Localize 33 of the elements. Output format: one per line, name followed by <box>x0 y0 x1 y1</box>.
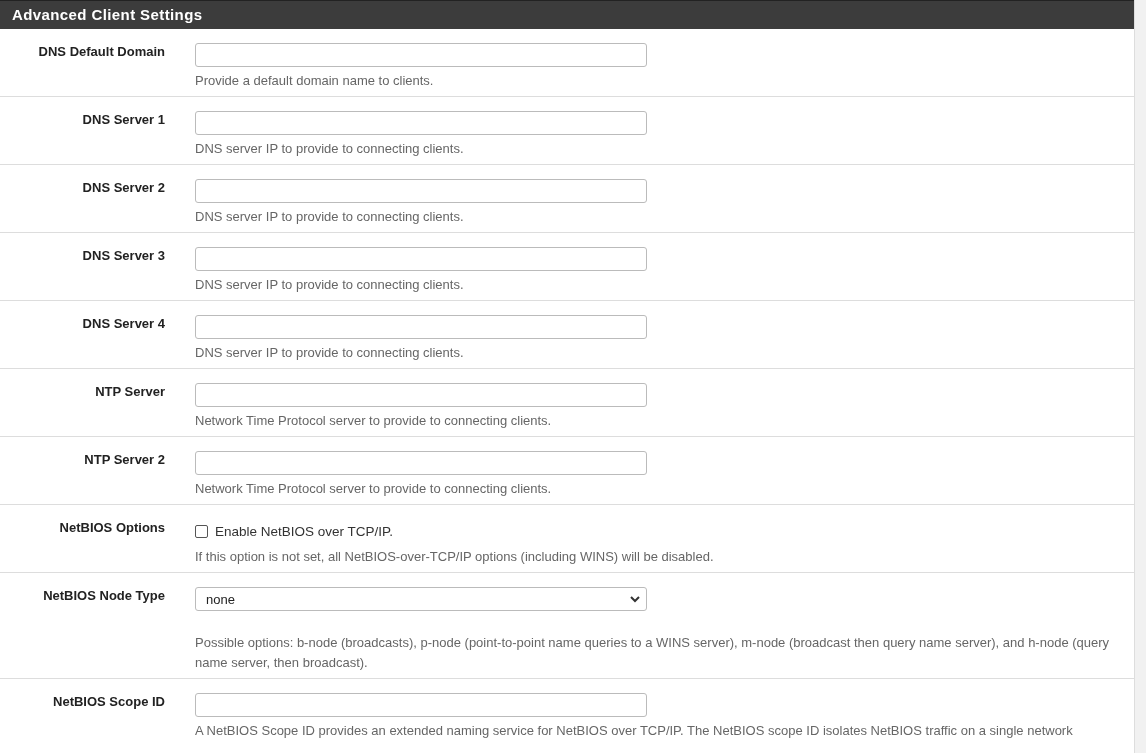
field-label: DNS Server 1 <box>81 111 165 129</box>
checkbox-label[interactable]: Enable NetBIOS over TCP/IP. <box>215 523 394 539</box>
help-text: Network Time Protocol server to provide to connecting clients. <box>195 412 552 430</box>
text-field[interactable] <box>195 315 647 339</box>
help-text: DNS server IP to provide to connecting clients. <box>195 344 464 362</box>
help-text: DNS server IP to provide to connecting clients. <box>195 276 464 294</box>
help-text: DNS server IP to provide to connecting clients. <box>195 208 464 226</box>
text-field[interactable] <box>195 179 647 203</box>
text-field[interactable] <box>195 43 647 67</box>
chevron-down-icon <box>630 595 640 603</box>
checkbox[interactable] <box>195 524 208 538</box>
field-label: NetBIOS Options <box>58 519 165 537</box>
field-label: DNS Server 2 <box>81 179 165 197</box>
help-text: Provide a default domain name to clients. <box>195 72 434 90</box>
help-text: If this option is not set, all NetBIOS-over-TCP/IP options (including WINS) will be disabled. <box>195 548 714 566</box>
help-text: DNS server IP to provide to connecting clients. <box>195 140 464 158</box>
field-label: DNS Server 4 <box>81 315 165 333</box>
field-label: NTP Server <box>94 383 165 401</box>
field-label: DNS Server 3 <box>81 247 165 265</box>
field-label: NetBIOS Scope ID <box>52 693 165 711</box>
text-field[interactable] <box>195 383 647 407</box>
help-text: A NetBIOS Scope ID provides an extended naming service for NetBIOS over TCP/IP. The NetBIOS scope ID isolates NetBIOS traffic on a single network <box>195 722 1073 740</box>
text-field[interactable] <box>195 247 647 271</box>
dropdown[interactable]: none <box>195 587 647 611</box>
field-label: NTP Server 2 <box>83 451 165 469</box>
text-field[interactable] <box>195 111 647 135</box>
field-label: DNS Default Domain <box>37 43 165 61</box>
text-field[interactable] <box>195 451 647 475</box>
text-field[interactable] <box>195 693 647 717</box>
help-text: Network Time Protocol server to provide to connecting clients. <box>195 480 552 498</box>
help-text: Possible options: b-node (broadcasts), p-node (point-to-point name queries to a WINS server), m-node (broadcast then query name server), and h-node (query name server, then broadcast). <box>195 634 1111 672</box>
field-label: NetBIOS Node Type <box>42 587 165 605</box>
panel-title: Advanced Client Settings <box>0 0 1134 29</box>
